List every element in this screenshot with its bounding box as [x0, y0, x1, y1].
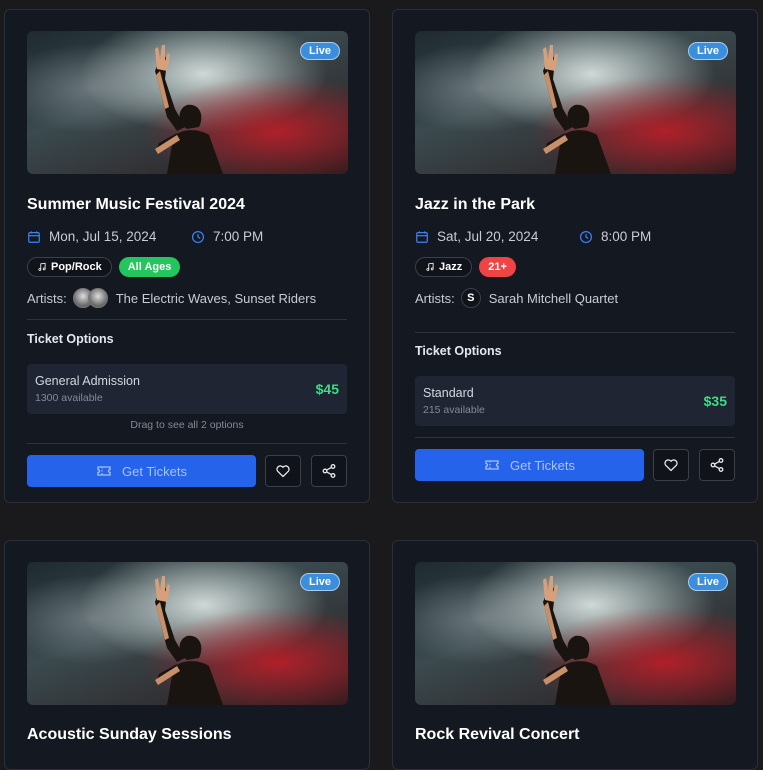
clock-icon: [191, 230, 205, 244]
event-card: Live Acoustic Sunday Sessions: [4, 540, 370, 770]
event-time-text: 8:00 PM: [601, 229, 652, 244]
artist-avatar: [87, 288, 108, 308]
share-button[interactable]: [699, 449, 735, 481]
event-image[interactable]: Live: [415, 562, 736, 705]
artists-row: Artists: S Sarah Mitchell Quartet: [415, 288, 618, 308]
event-date: Mon, Jul 15, 2024: [27, 229, 156, 244]
ticket-options-heading: Ticket Options: [415, 344, 502, 358]
share-icon: [321, 463, 337, 479]
ticket-option[interactable]: Standard 215 available $35: [415, 376, 735, 426]
event-title[interactable]: Rock Revival Concert: [415, 726, 580, 744]
event-image[interactable]: Live: [27, 31, 348, 174]
favorite-button[interactable]: [265, 455, 301, 487]
ticket-availability: 215 available: [423, 404, 485, 416]
event-card: Live Rock Revival Concert: [392, 540, 758, 770]
artists-names: Sarah Mitchell Quartet: [488, 290, 619, 306]
ticket-options-heading: Ticket Options: [27, 332, 114, 346]
divider: [27, 443, 347, 444]
artist-avatar: S: [460, 288, 481, 308]
heart-icon: [663, 457, 679, 473]
genre-label: Pop/Rock: [51, 261, 102, 273]
calendar-icon: [415, 230, 429, 244]
clock-icon: [579, 230, 593, 244]
ticket-icon: [484, 457, 500, 473]
event-image[interactable]: Live: [415, 31, 736, 174]
ticket-availability: 1300 available: [35, 392, 103, 404]
event-time: 8:00 PM: [579, 229, 651, 244]
genre-label: Jazz: [439, 261, 463, 273]
event-time: 7:00 PM: [191, 229, 263, 244]
ticket-price: $35: [703, 393, 727, 409]
calendar-icon: [27, 230, 41, 244]
event-image[interactable]: Live: [27, 562, 348, 705]
event-date: Sat, Jul 20, 2024: [415, 229, 538, 244]
event-time-text: 7:00 PM: [213, 229, 264, 244]
get-tickets-button[interactable]: Get Tickets: [415, 449, 644, 481]
genre-tag: Jazz: [415, 257, 473, 277]
event-date-text: Sat, Jul 20, 2024: [437, 229, 539, 244]
divider: [415, 332, 735, 333]
share-button[interactable]: [311, 455, 347, 487]
event-card: Live Summer Music Festival 2024 Mon, Jul…: [4, 9, 370, 503]
live-badge: Live: [299, 42, 340, 60]
get-tickets-label: Get Tickets: [509, 457, 576, 473]
event-tags: Pop/Rock All Ages: [27, 257, 181, 277]
get-tickets-button[interactable]: Get Tickets: [27, 455, 256, 487]
age-tag: All Ages: [118, 257, 181, 277]
event-card: Live Jazz in the Park Sat, Jul 20, 2024 …: [392, 9, 758, 503]
get-tickets-label: Get Tickets: [121, 463, 188, 479]
music-note-icon: [425, 262, 435, 272]
ticket-name: General Admission: [35, 374, 140, 388]
artists-label: Artists:: [415, 290, 455, 306]
artists-names: The Electric Waves, Sunset Riders: [115, 290, 317, 306]
event-tags: Jazz 21+: [415, 257, 516, 277]
ticket-option[interactable]: General Admission 1300 available $45: [27, 364, 347, 414]
artists-row: Artists: The Electric Waves, Sunset Ride…: [27, 288, 316, 308]
favorite-button[interactable]: [653, 449, 689, 481]
artists-label: Artists:: [27, 290, 67, 306]
event-date-text: Mon, Jul 15, 2024: [49, 229, 157, 244]
live-badge: Live: [299, 573, 340, 591]
divider: [415, 437, 735, 438]
ticket-icon: [96, 463, 112, 479]
music-note-icon: [37, 262, 47, 272]
ticket-name: Standard: [423, 386, 474, 400]
heart-icon: [275, 463, 291, 479]
event-title[interactable]: Jazz in the Park: [415, 196, 535, 214]
drag-hint: Drag to see all 2 options: [130, 419, 244, 431]
ticket-price: $45: [315, 381, 339, 397]
event-title[interactable]: Summer Music Festival 2024: [27, 196, 245, 214]
live-badge: Live: [687, 42, 728, 60]
event-title[interactable]: Acoustic Sunday Sessions: [27, 726, 232, 744]
genre-tag: Pop/Rock: [27, 257, 112, 277]
age-tag: 21+: [479, 257, 516, 277]
share-icon: [709, 457, 725, 473]
divider: [27, 319, 347, 320]
live-badge: Live: [687, 573, 728, 591]
